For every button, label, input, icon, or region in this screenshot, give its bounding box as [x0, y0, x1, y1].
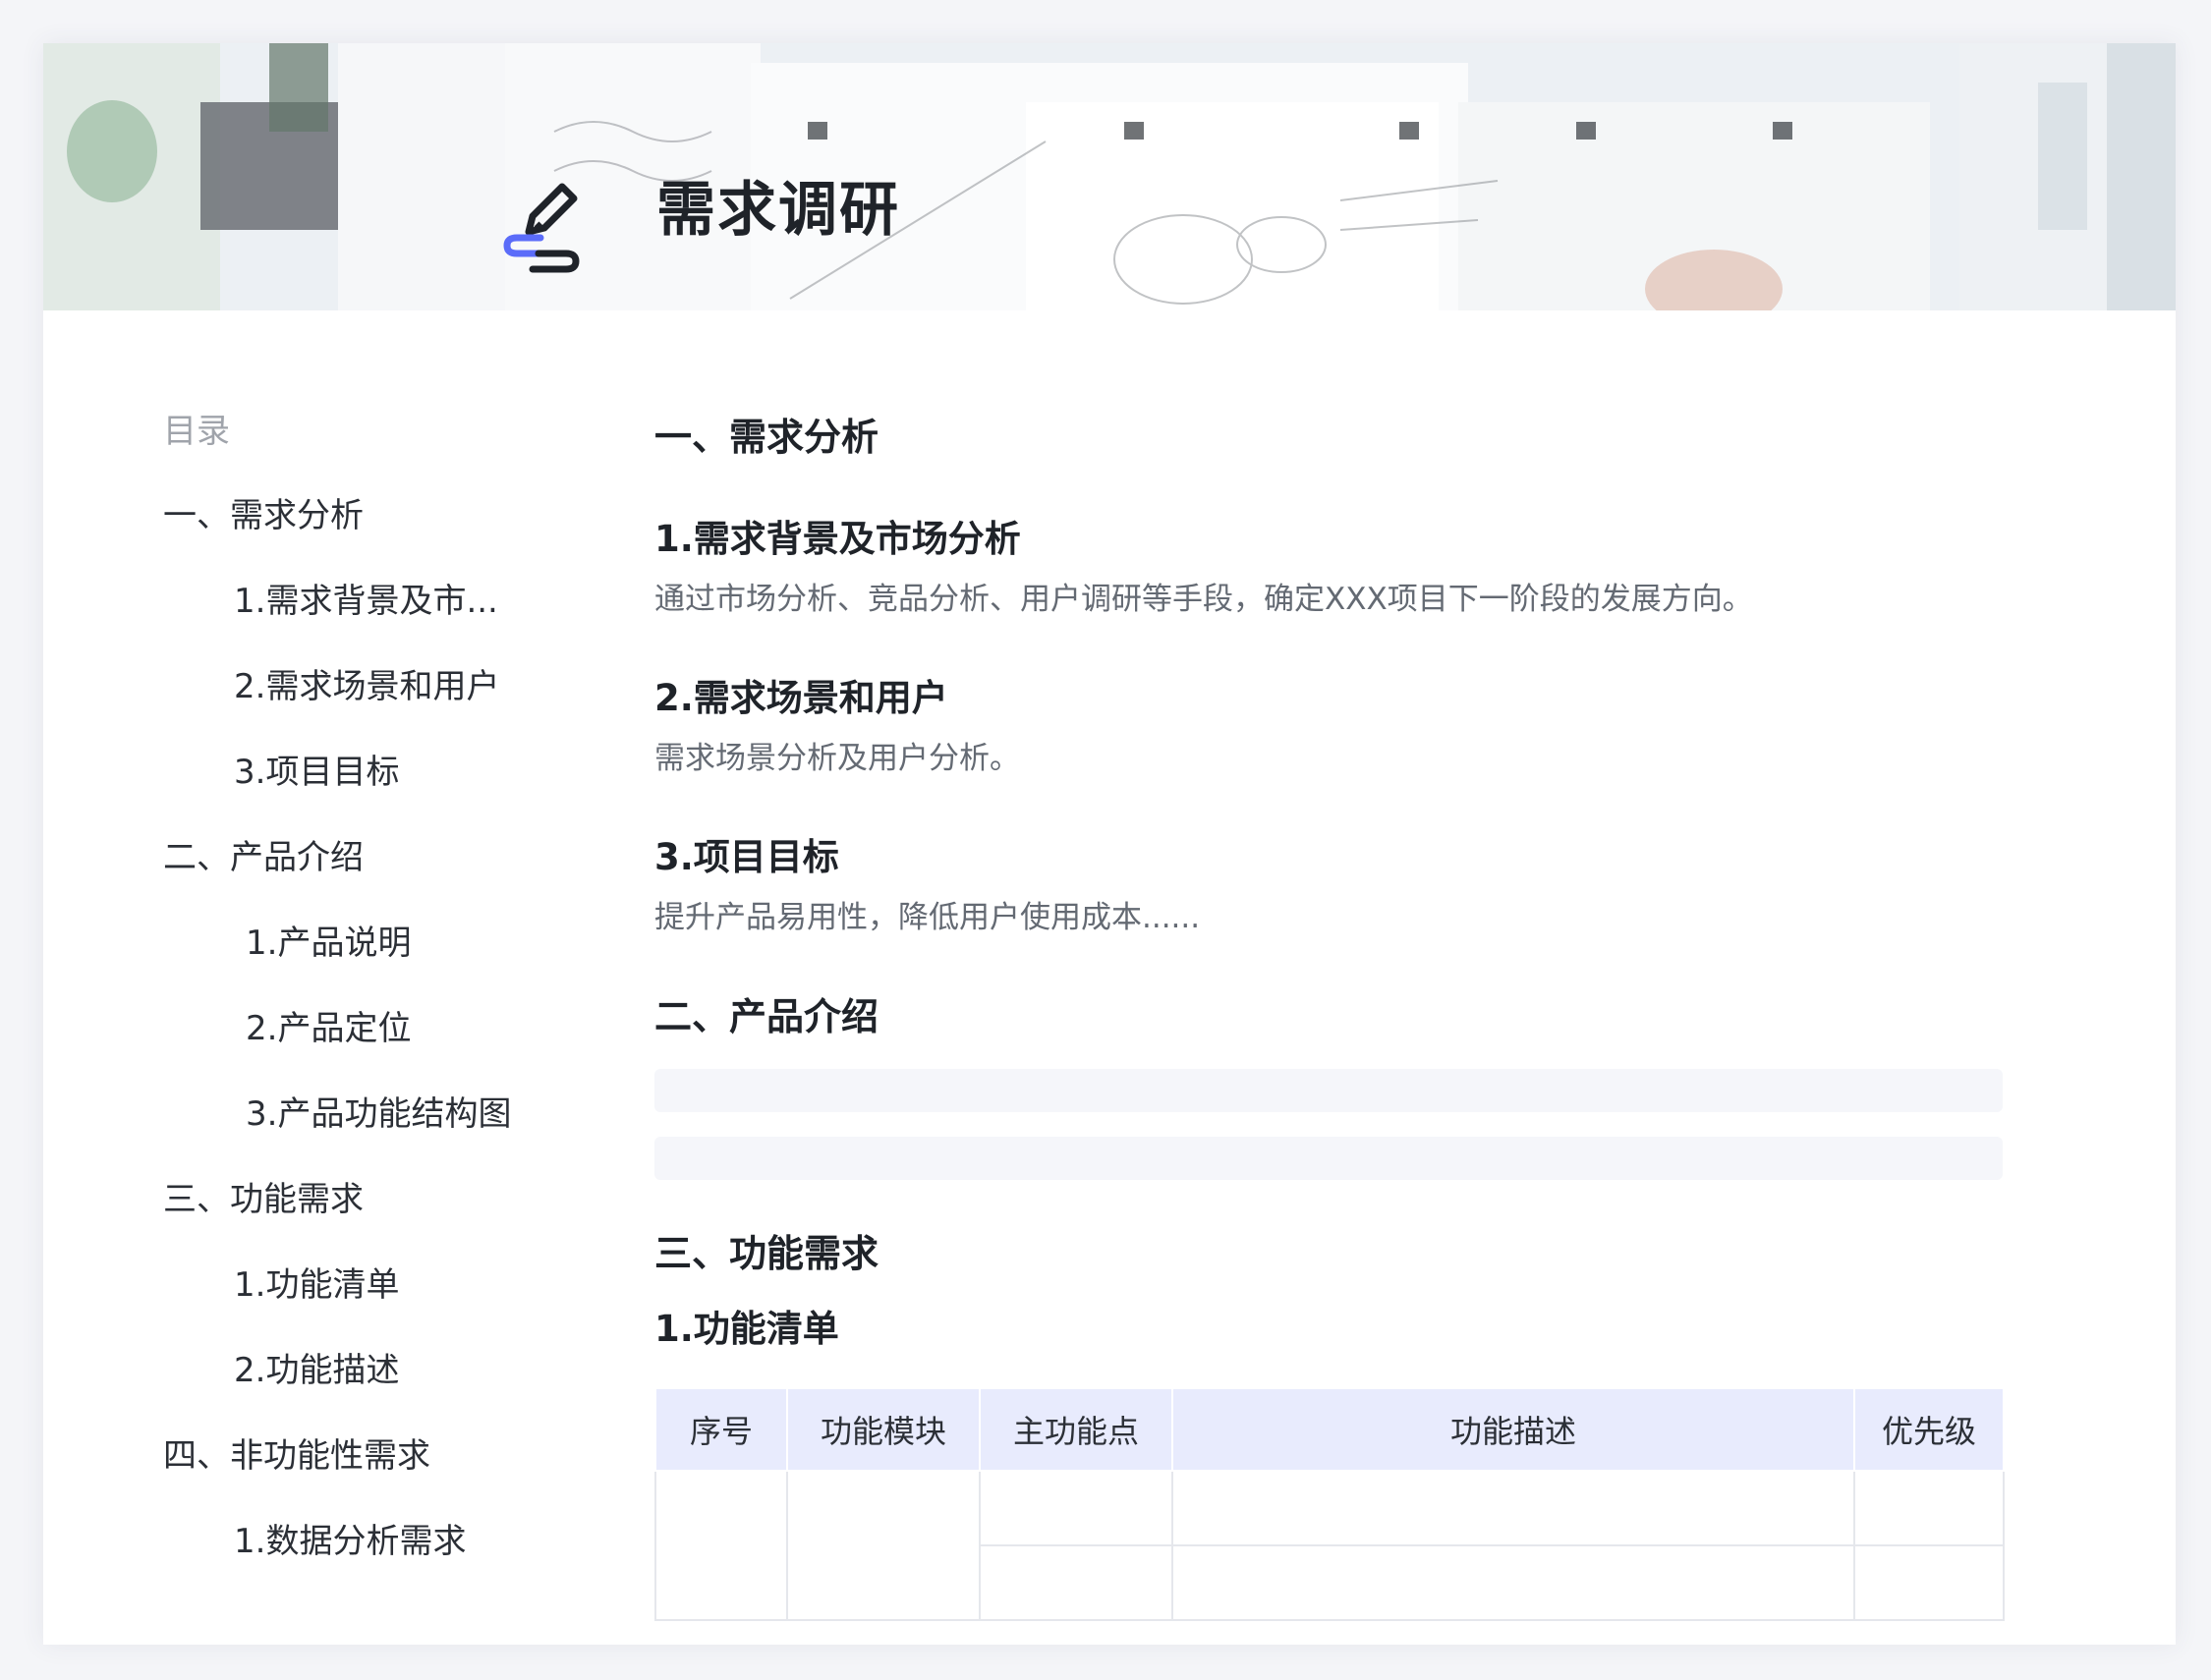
- toc-item-section-4[interactable]: 四、非功能性需求: [163, 1439, 430, 1473]
- column-header-description[interactable]: 功能描述: [1171, 1387, 1855, 1472]
- heading-scenarios-users[interactable]: 2.需求场景和用户: [654, 680, 948, 716]
- toc-item-section-1-3[interactable]: 3.项目目标: [234, 756, 399, 789]
- heading-section-1[interactable]: 一、需求分析: [654, 419, 879, 456]
- column-header-index[interactable]: 序号: [654, 1387, 788, 1472]
- heading-section-2[interactable]: 二、产品介绍: [654, 998, 879, 1036]
- toc-item-section-3[interactable]: 三、功能需求: [163, 1183, 364, 1216]
- toc-heading: 目录: [163, 412, 230, 451]
- table-cell[interactable]: [979, 1470, 1173, 1546]
- table-cell[interactable]: [1853, 1544, 2005, 1621]
- placeholder-block[interactable]: [654, 1069, 2003, 1112]
- column-header-module[interactable]: 功能模块: [786, 1387, 981, 1472]
- table-cell[interactable]: [1853, 1470, 2005, 1546]
- heading-market-analysis[interactable]: 1.需求背景及市场分析: [654, 521, 1021, 557]
- table-cell[interactable]: [1171, 1544, 1855, 1621]
- toc-item-section-1-2[interactable]: 2.需求场景和用户: [234, 670, 499, 703]
- table-row: [654, 1470, 2005, 1621]
- toc-item-section-2-2[interactable]: 2.产品定位: [246, 1012, 411, 1045]
- table-cell[interactable]: [654, 1470, 788, 1621]
- pen-sign-icon: [503, 183, 580, 273]
- paragraph-scenarios-users[interactable]: 需求场景分析及用户分析。: [654, 744, 1020, 774]
- banner-background-image: [43, 43, 2176, 310]
- heading-function-list[interactable]: 1.功能清单: [654, 1311, 839, 1347]
- toc-item-section-1-1[interactable]: 1.需求背景及市...: [234, 585, 498, 618]
- heading-section-3[interactable]: 三、功能需求: [654, 1235, 879, 1272]
- document-title: 需求调研: [656, 176, 900, 245]
- table-cell[interactable]: [786, 1470, 981, 1621]
- placeholder-block[interactable]: [654, 1137, 2003, 1180]
- table-cell[interactable]: [979, 1544, 1173, 1621]
- column-header-main-point[interactable]: 主功能点: [979, 1387, 1173, 1472]
- document-page: 需求调研 目录 一、需求分析 1.需求背景及市... 2.需求场景和用户 3.项…: [43, 43, 2176, 1645]
- column-header-priority[interactable]: 优先级: [1853, 1387, 2005, 1472]
- table-header-row: 序号 功能模块 主功能点 功能描述 优先级: [654, 1387, 2005, 1472]
- heading-project-goals[interactable]: 3.项目目标: [654, 839, 839, 875]
- paragraph-market-analysis[interactable]: 通过市场分析、竞品分析、用户调研等手段，确定XXX项目下一阶段的发展方向。: [654, 585, 1753, 615]
- toc-item-section-1[interactable]: 一、需求分析: [163, 499, 364, 532]
- paragraph-project-goals[interactable]: 提升产品易用性，降低用户使用成本......: [654, 903, 1200, 933]
- toc-item-section-4-1[interactable]: 1.数据分析需求: [234, 1525, 466, 1558]
- table-cell[interactable]: [1171, 1470, 1855, 1546]
- toc-item-section-2-1[interactable]: 1.产品说明: [246, 926, 411, 960]
- toc-item-section-2[interactable]: 二、产品介绍: [163, 841, 364, 874]
- toc-item-section-2-3[interactable]: 3.产品功能结构图: [246, 1097, 511, 1131]
- toc-item-section-3-2[interactable]: 2.功能描述: [234, 1354, 399, 1387]
- toc-item-section-3-1[interactable]: 1.功能清单: [234, 1268, 399, 1302]
- cover-banner: 需求调研: [43, 43, 2176, 310]
- function-list-table: 序号 功能模块 主功能点 功能描述 优先级: [654, 1387, 2005, 1621]
